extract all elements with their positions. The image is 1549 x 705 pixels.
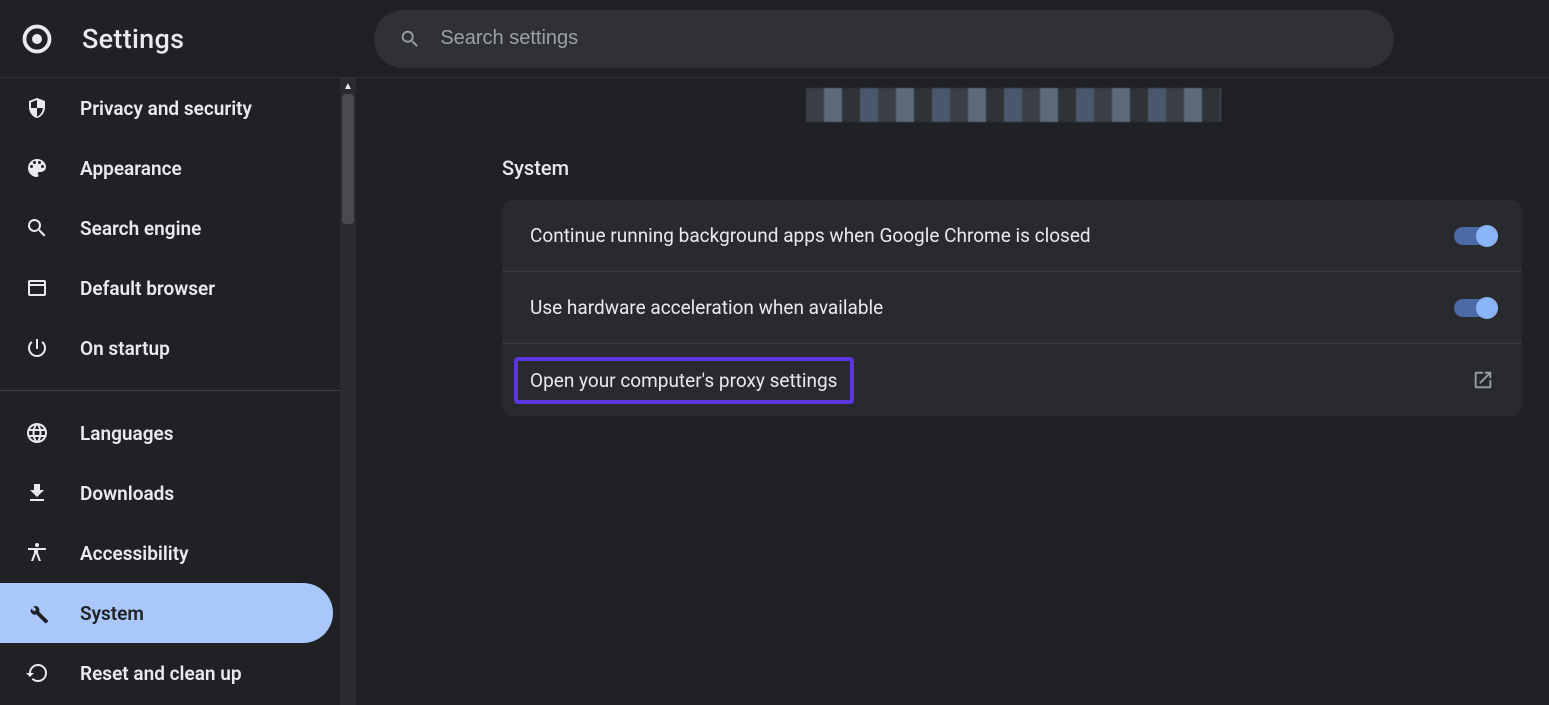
sidebar-item-label: Languages — [80, 422, 174, 445]
redacted-region — [806, 88, 1221, 122]
sidebar-item-label: Default browser — [80, 277, 215, 300]
sidebar-item-languages[interactable]: Languages — [0, 403, 333, 463]
sidebar-item-label: Reset and clean up — [80, 662, 242, 685]
sidebar-item-default-browser[interactable]: Default browser — [0, 258, 333, 318]
sidebar-item-label: Search engine — [80, 217, 201, 240]
wrench-icon — [24, 600, 50, 626]
sidebar-item-appearance[interactable]: Appearance — [0, 138, 333, 198]
sidebar-item-search-engine[interactable]: Search engine — [0, 198, 333, 258]
sidebar-item-reset[interactable]: Reset and clean up — [0, 643, 333, 703]
row-label: Continue running background apps when Go… — [530, 224, 1091, 247]
globe-icon — [24, 420, 50, 446]
palette-icon — [24, 155, 50, 181]
sidebar-item-label: Appearance — [80, 157, 182, 180]
settings-card: Continue running background apps when Go… — [502, 200, 1522, 416]
search-container[interactable] — [374, 10, 1394, 68]
sidebar-item-label: System — [80, 602, 144, 625]
toggle-hardware-acceleration[interactable] — [1454, 299, 1494, 317]
row-label: Use hardware acceleration when available — [530, 296, 883, 319]
sidebar-item-label: Downloads — [80, 482, 174, 505]
window-icon — [24, 275, 50, 301]
sidebar-item-on-startup[interactable]: On startup — [0, 318, 333, 378]
sidebar-scrollbar[interactable]: ▲ — [340, 78, 356, 705]
sidebar-item-accessibility[interactable]: Accessibility — [0, 523, 333, 583]
sidebar: Privacy and security Appearance Search e… — [0, 78, 356, 705]
download-icon — [24, 480, 50, 506]
section-title: System — [502, 156, 1549, 180]
search-icon — [398, 27, 422, 51]
shield-icon — [24, 95, 50, 121]
scroll-up-arrow-icon[interactable]: ▲ — [340, 78, 356, 94]
chrome-logo-icon — [22, 24, 52, 54]
highlight-annotation: Open your computer's proxy settings — [514, 357, 854, 404]
sidebar-item-label: Privacy and security — [80, 97, 252, 120]
scrollbar-thumb[interactable] — [342, 94, 354, 224]
sidebar-item-privacy-security[interactable]: Privacy and security — [0, 78, 333, 138]
search-icon — [24, 215, 50, 241]
search-input[interactable] — [440, 27, 1370, 50]
header: Settings — [0, 0, 1549, 78]
main-content: System Continue running background apps … — [356, 78, 1549, 705]
sidebar-item-label: On startup — [80, 337, 170, 360]
sidebar-item-downloads[interactable]: Downloads — [0, 463, 333, 523]
row-label: Open your computer's proxy settings — [530, 369, 838, 392]
row-hardware-acceleration[interactable]: Use hardware acceleration when available — [502, 272, 1522, 344]
external-link-icon — [1472, 369, 1494, 391]
power-icon — [24, 335, 50, 361]
accessibility-icon — [24, 540, 50, 566]
page-title: Settings — [82, 23, 184, 55]
row-proxy-settings[interactable]: Open your computer's proxy settings — [502, 344, 1522, 416]
row-background-apps[interactable]: Continue running background apps when Go… — [502, 200, 1522, 272]
toggle-background-apps[interactable] — [1454, 227, 1494, 245]
sidebar-item-label: Accessibility — [80, 542, 189, 565]
sidebar-item-system[interactable]: System — [0, 583, 333, 643]
restore-icon — [24, 660, 50, 686]
sidebar-divider — [0, 390, 340, 391]
